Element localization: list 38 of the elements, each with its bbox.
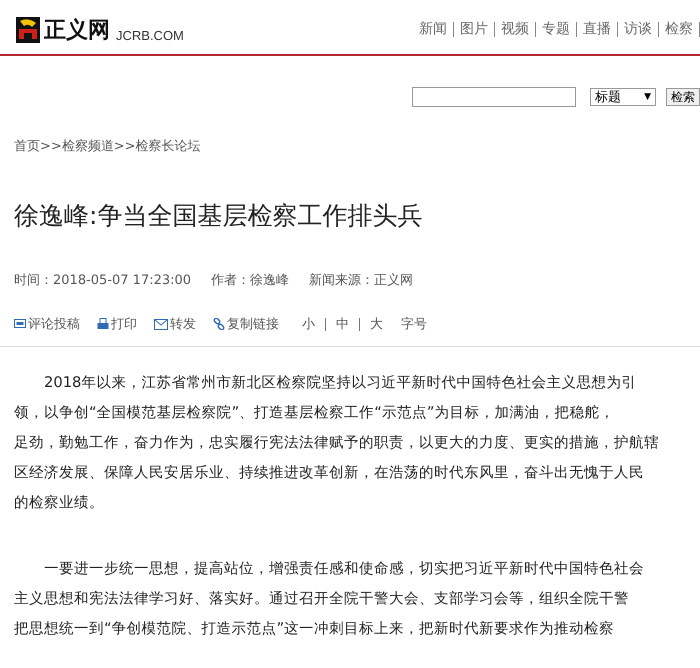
toolbar-link[interactable]: 打印 [111,315,137,333]
category-select[interactable]: 标题 ▼ [590,88,656,106]
meta-text: 时间：2018-05-07 17:23:00 [14,272,192,289]
paragraph-line: 2018年以来，江苏省常州市新北区检察院坚持以习近平新时代中国特色社会主义思想为引 [44,374,636,391]
paragraph-line: 把思想统一到“争创模范院、打造示范点”这一冲刺目标上来，把新时代新要求作为推动检察 [14,620,614,637]
toolbar-link[interactable]: 复制链接 [227,315,279,333]
mail-icon [154,318,168,330]
search-button[interactable]: 检索 [666,88,700,106]
nav-link[interactable]: 专题 [536,22,577,37]
nav-link[interactable]: 检察 [659,22,700,37]
nav-link[interactable]: 直播 [577,22,618,37]
nav-link[interactable]: 访谈 [618,22,659,37]
comment-icon [14,318,26,330]
font-size-link[interactable]: 小 [302,318,326,330]
toolbar-link[interactable]: 评论投稿 [28,315,80,333]
toolbar-link[interactable]: 转发 [170,315,196,333]
paragraph-line: 足劲，勤勉工作，奋力作为，忠实履行宪法法律赋予的职责，以更大的力度、更实的措施，护航辖 [14,434,659,451]
meta-text: 新闻来源：正义网 [309,272,414,289]
article-title: 徐逸峰:争当全国基层检察工作排头兵 [14,200,422,232]
nav-link[interactable]: 新闻 [413,22,454,37]
meta-text: 作者：徐逸峰 [211,272,290,289]
paragraph-line: 区经济发展、保障人民安居乐业、持续推进改革创新，在浩荡的时代东风里，奋斗出无愧于人民 [14,464,644,481]
link-icon [213,318,225,330]
logo-name: 正义网 [44,19,110,43]
paragraph-line: 一要进一步统一思想，提高站位，增强责任感和使命感，切实把习近平新时代中国特色社会 [44,560,644,577]
breadcrumb: 首页>>检察频道>>检察长论坛 [14,138,201,155]
logo-icon [16,17,40,43]
paragraph-line: 领，以争创“全国模范基层检察院”、打造基层检察工作“示范点”为目标，加满油，把稳舵， [14,404,614,421]
logo-domain: JCRB.COM [116,28,184,43]
font-size-link[interactable]: 中 [326,318,360,330]
paragraph-line: 主义思想和宪法法律学习好、落实好。通过召开全院干警大会、支部学习会等，组织全院干警 [14,590,629,607]
nav-link[interactable]: 视频 [495,22,536,37]
search-field[interactable] [412,87,576,107]
nav-link[interactable]: 图片 [454,22,495,37]
font-size-link[interactable]: 大 [360,318,393,330]
print-icon [97,318,109,330]
font-size-label: 字号 [401,316,427,333]
paragraph-line: 的检察业绩。 [14,494,104,511]
